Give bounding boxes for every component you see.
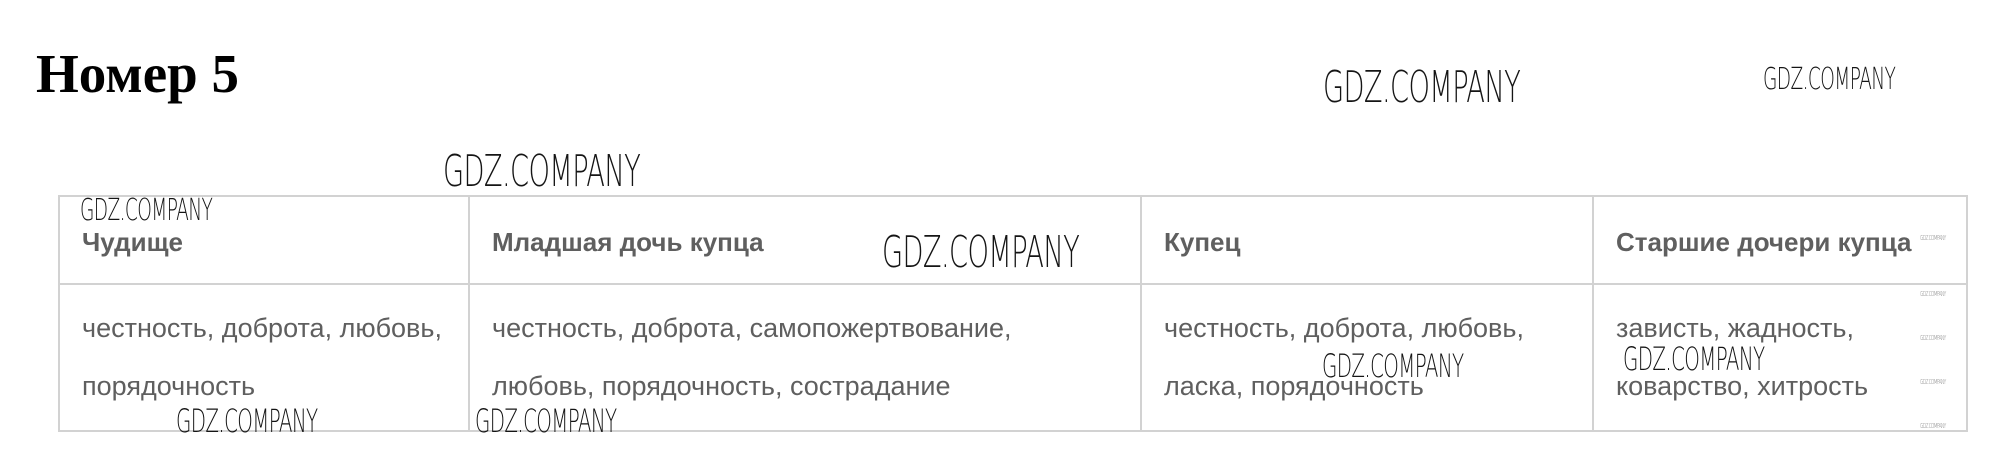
- table-header-row: Чудище Младшая дочь купца Купец Старшие …: [58, 195, 1968, 285]
- traits-table: Чудище Младшая дочь купца Купец Старшие …: [58, 195, 1968, 432]
- watermark: GDZ.COMPANY: [1763, 62, 1896, 97]
- watermark: GDZ.COMPANY: [1323, 62, 1521, 113]
- cell-line: зависть, жадность,: [1616, 313, 1854, 343]
- cell-line: честность, доброта, любовь,: [82, 313, 442, 343]
- cell-line: коварство, хитрость: [1616, 371, 1869, 401]
- column-header: Купец: [1140, 195, 1594, 285]
- column-header: Старшие дочери купца: [1592, 195, 1968, 285]
- table-row: честность, доброта, любовь, порядочность…: [58, 283, 1968, 432]
- column-header: Младшая дочь купца: [468, 195, 1142, 285]
- table-cell: честность, доброта, самопожертвование, л…: [468, 283, 1142, 432]
- watermark: GDZ.COMPANY: [443, 146, 641, 197]
- cell-line: порядочность: [82, 371, 256, 401]
- cell-line: честность, доброта, самопожертвование,: [492, 313, 1012, 343]
- table-cell: честность, доброта, любовь, ласка, поряд…: [1140, 283, 1594, 432]
- table-cell: зависть, жадность, коварство, хитрость: [1592, 283, 1968, 432]
- cell-line: честность, доброта, любовь,: [1164, 313, 1524, 343]
- table-cell: честность, доброта, любовь, порядочность: [58, 283, 470, 432]
- page-title: Номер 5: [36, 43, 239, 104]
- cell-line: любовь, порядочность, сострадание: [492, 371, 951, 401]
- cell-line: ласка, порядочность: [1164, 371, 1424, 401]
- column-header: Чудище: [58, 195, 470, 285]
